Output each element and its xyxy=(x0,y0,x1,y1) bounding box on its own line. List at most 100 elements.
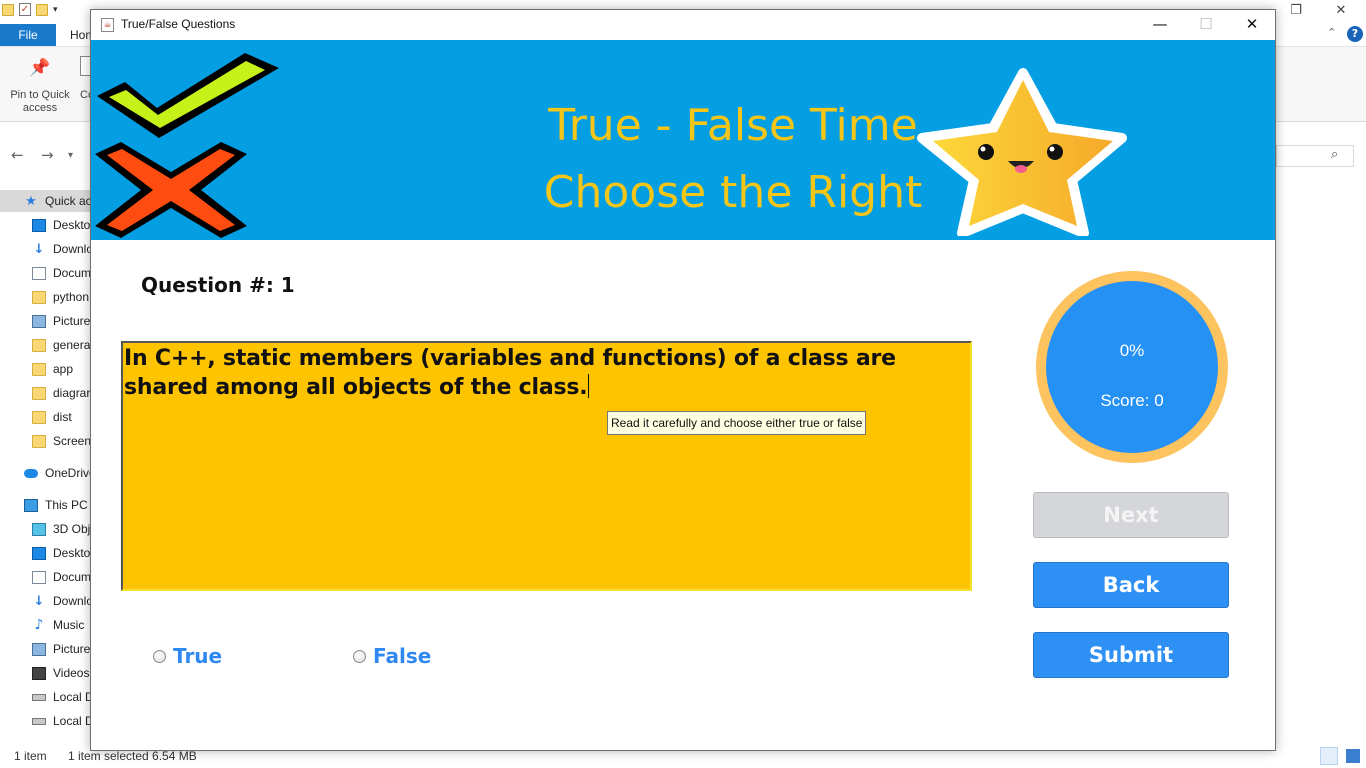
back-arrow-icon[interactable]: ← xyxy=(11,146,24,164)
pin-to-quick-access-button[interactable]: Pin to Quick access xyxy=(4,89,76,115)
nav-item-label: Downlo xyxy=(53,242,92,256)
nav-item[interactable]: This PC xyxy=(24,494,92,516)
nav-item[interactable]: Local D xyxy=(32,686,92,708)
pictures-icon xyxy=(32,642,46,656)
nav-item-label: app xyxy=(53,362,74,376)
next-button[interactable]: Next xyxy=(1033,492,1229,538)
customize-dropdown-icon[interactable]: ▾ xyxy=(53,5,58,15)
nav-item-label: diagrar xyxy=(53,386,91,400)
nav-item[interactable]: app xyxy=(32,358,92,380)
false-radio-label[interactable]: False xyxy=(373,644,431,668)
question-number: Question #: 1 xyxy=(141,273,295,297)
file-tab[interactable]: File xyxy=(0,24,56,46)
videos-icon xyxy=(32,666,46,680)
nav-item[interactable]: Deskto xyxy=(32,542,92,564)
status-selection: 1 item selected 6.54 MB xyxy=(68,749,197,763)
nav-item[interactable]: Videos xyxy=(32,662,92,684)
details-view-icon[interactable] xyxy=(1320,747,1338,765)
false-radio-option[interactable]: False xyxy=(353,644,431,668)
nav-item-label: Picture xyxy=(53,314,91,328)
forward-arrow-icon[interactable]: → xyxy=(41,146,54,164)
nav-item-label: Deskto xyxy=(53,218,91,232)
java-app-icon: ☕ xyxy=(101,18,114,32)
downloads-icon: ↓ xyxy=(33,593,45,609)
help-icon[interactable]: ? xyxy=(1347,26,1363,42)
large-icons-view-icon[interactable] xyxy=(1346,749,1360,763)
folder-icon xyxy=(32,386,46,400)
question-text: In C++, static members (variables and fu… xyxy=(124,346,896,400)
close-icon[interactable]: ✕ xyxy=(1229,10,1275,40)
nav-item[interactable]: Local D xyxy=(32,710,92,732)
documents-icon xyxy=(32,570,46,584)
question-text-area[interactable]: In C++, static members (variables and fu… xyxy=(121,341,972,591)
folder-icon xyxy=(32,434,46,448)
new-folder-icon[interactable] xyxy=(36,3,48,16)
window-title: True/False Questions xyxy=(121,17,236,31)
nav-item-label: Local D xyxy=(53,714,92,728)
folder-icon[interactable] xyxy=(2,3,14,16)
nav-item[interactable]: Deskto xyxy=(32,214,92,236)
nav-item[interactable]: Screens xyxy=(32,430,92,452)
nav-item[interactable]: Picture xyxy=(32,638,92,660)
onedrive-icon xyxy=(24,468,38,478)
false-radio-button[interactable] xyxy=(353,649,366,663)
true-radio-button[interactable] xyxy=(153,649,166,663)
nav-item[interactable]: dist xyxy=(32,406,92,428)
nav-item-label: This PC xyxy=(45,498,88,512)
pin-icon[interactable]: 📌 xyxy=(29,58,50,78)
folder-icon xyxy=(32,410,46,424)
properties-check-icon[interactable]: ✓ xyxy=(19,3,31,16)
nav-item[interactable]: genera xyxy=(32,334,92,356)
nav-item[interactable]: OneDrive xyxy=(24,462,92,484)
nav-item[interactable]: python xyxy=(32,286,92,308)
maximize-icon: ☐ xyxy=(1199,15,1213,33)
banner: True - False Time Choose the Right xyxy=(91,40,1275,240)
nav-item[interactable]: Docum xyxy=(32,566,92,588)
folder-icon xyxy=(32,290,46,304)
documents-icon xyxy=(32,266,46,280)
text-caret xyxy=(588,374,590,398)
nav-item-label: python xyxy=(53,290,90,304)
3d-objects-icon xyxy=(32,522,46,536)
smiling-star-icon xyxy=(917,68,1127,236)
back-button[interactable]: Back xyxy=(1033,562,1229,608)
nav-item-label: 3D Obj xyxy=(53,522,91,536)
nav-item-label: Videos xyxy=(53,666,90,680)
search-input[interactable] xyxy=(1276,145,1354,167)
nav-item-label: Docum xyxy=(53,570,92,584)
local-disk-icon xyxy=(32,717,46,725)
downloads-icon: ↓ xyxy=(33,241,45,257)
nav-item-label: Quick ac xyxy=(45,194,92,208)
nav-item[interactable]: Docum xyxy=(32,262,92,284)
submit-button[interactable]: Submit xyxy=(1033,632,1229,678)
minimize-icon[interactable]: — xyxy=(1137,10,1183,40)
pictures-icon xyxy=(32,314,46,328)
nav-item[interactable]: Picture xyxy=(32,310,92,332)
desktop-icon xyxy=(32,218,46,232)
this-pc-icon xyxy=(24,498,38,512)
nav-item[interactable]: diagrar xyxy=(32,382,92,404)
nav-item-label: dist xyxy=(53,410,72,424)
nav-item-label: Picture xyxy=(53,642,91,656)
local-disk-icon xyxy=(32,693,46,701)
recent-locations-icon[interactable]: ▾ xyxy=(68,150,73,161)
nav-item[interactable]: ★ Quick ac xyxy=(24,190,92,212)
status-bar xyxy=(0,748,1366,768)
true-radio-option[interactable]: True xyxy=(153,644,222,668)
status-item-count: 1 item xyxy=(14,749,47,763)
nav-item[interactable]: 3D Obj xyxy=(32,518,92,540)
progress-percent: 0% xyxy=(1119,341,1145,360)
true-radio-label[interactable]: True xyxy=(173,644,222,668)
nav-item[interactable]: ♪ Music xyxy=(32,614,92,636)
nav-item-label: Local D xyxy=(53,690,92,704)
folder-icon xyxy=(32,362,46,376)
ribbon-collapse-icon[interactable]: ⌃ xyxy=(1327,26,1336,39)
explorer-close-icon[interactable]: ✕ xyxy=(1321,0,1361,24)
nav-item[interactable]: ↓ Downlo xyxy=(32,590,92,612)
copy-icon[interactable] xyxy=(80,56,90,76)
explorer-restore-icon[interactable]: ❐ xyxy=(1276,0,1316,24)
nav-item[interactable]: ↓ Downlo xyxy=(32,238,92,260)
nav-item-label: OneDrive xyxy=(45,466,92,480)
search-icon[interactable]: ⌕ xyxy=(1331,147,1338,162)
app-title-bar: ☕ True/False Questions — ☐ ✕ xyxy=(91,10,1275,40)
